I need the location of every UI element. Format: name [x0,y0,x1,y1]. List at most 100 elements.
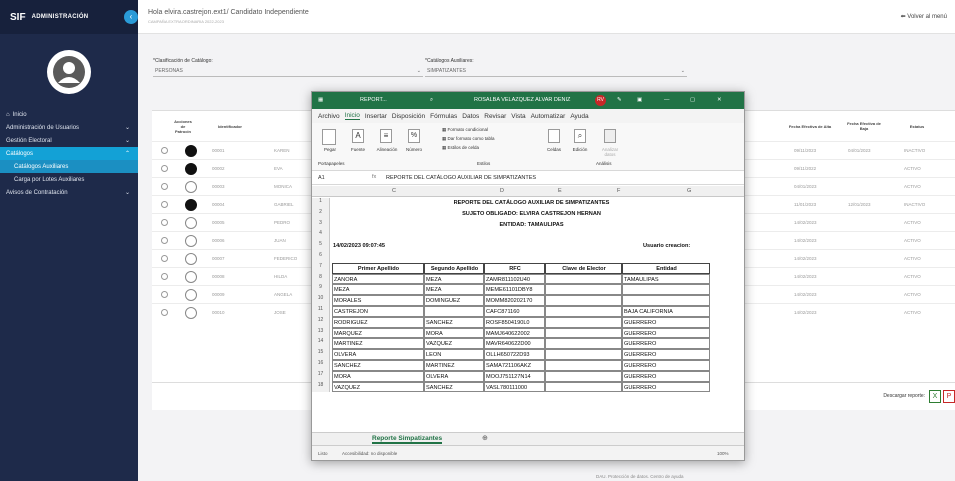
view-record-icon[interactable] [185,253,197,265]
font-button[interactable]: Fuente [346,147,370,152]
cells-button[interactable]: Celdas [542,147,566,152]
view-record-icon[interactable] [185,181,197,193]
col-fecha-alta[interactable]: Fecha Efectiva de Alta [788,111,832,141]
menu-item[interactable]: Ayuda [570,113,588,120]
sheet-cell[interactable] [622,295,710,306]
menu-item[interactable]: Disposición [392,113,425,120]
sheet-cell[interactable]: ENTIDAD: TAMAULIPAS [332,220,730,231]
excel-window[interactable]: ▦ REPORT... ⌕ ROSALBA VELAZQUEZ ALVAR DE… [311,91,745,461]
sheet-cell[interactable]: GUERRERO [622,381,710,393]
format-table-button[interactable]: ▦ Dar formato como tabla [442,136,495,142]
sheet-cell[interactable]: CASTREJON [332,306,424,317]
sidebar-item-inicio[interactable]: ⌂ Inicio [0,108,138,121]
row-select-radio[interactable] [161,165,168,172]
sheet-cell[interactable] [545,381,622,393]
paste-icon[interactable] [322,129,336,145]
sheet-cell[interactable]: MEZA [424,284,484,296]
sidebar-item-catalogos[interactable]: Catálogos ⌃ [0,147,138,160]
pen-icon[interactable]: ✎ [617,97,622,103]
sheet-cell[interactable]: VAZQUEZ [332,381,424,393]
sheet-cell[interactable]: SANCHEZ [332,360,424,371]
sheet-cell[interactable]: MOOJ751127N14 [484,370,545,382]
zoom-level[interactable]: 100% [717,451,729,456]
sheet-cell[interactable]: Usuario creacion: [642,241,732,252]
percent-icon[interactable]: % [408,129,420,143]
view-record-icon[interactable] [185,235,197,247]
view-record-icon[interactable] [185,199,197,211]
sheet-cell[interactable]: MARTINEZ [332,338,424,350]
sheet-cell[interactable] [545,327,622,339]
pdf-download-icon[interactable]: P [943,390,955,403]
sheet-cell[interactable]: VASL780111000 [484,381,545,393]
sheet-cell[interactable] [545,295,622,306]
search-icon[interactable]: ⌕ [574,129,586,143]
sheet-cell[interactable]: ZAMR811102U40 [484,273,545,285]
sidebar-item-catalogos-auxiliares[interactable]: Catálogos Auxiliares [0,160,138,173]
sheet-cell[interactable]: MAMJ640622002 [484,327,545,339]
add-sheet-icon[interactable]: ⊕ [482,434,488,442]
row-number[interactable]: 2 [312,208,330,220]
row-number[interactable]: 7 [312,262,330,274]
sheet-cell[interactable]: DOMINGUEZ [424,295,484,306]
sheet-cell[interactable]: GUERRERO [622,338,710,350]
sheet-cell[interactable]: Clave de Elector [545,262,622,274]
sheet-cell[interactable]: OLVERA [424,370,484,382]
excel-download-icon[interactable]: X [929,390,941,403]
row-select-radio[interactable] [161,309,168,316]
column-letter[interactable]: C [392,188,396,194]
column-letter[interactable]: D [500,188,504,194]
sidebar-item-carga-lotes[interactable]: Carga por Lotes Auxiliares [0,173,138,186]
row-select-radio[interactable] [161,255,168,262]
row-number[interactable]: 3 [312,219,330,231]
sheet-cell[interactable]: GUERRERO [622,316,710,328]
sheet-cell[interactable]: MORA [424,327,484,339]
sidebar-item-gestion-electoral[interactable]: Gestión Electoral ⌄ [0,134,138,147]
col-fecha-baja[interactable]: Fecha Efectiva de Baja [844,111,884,141]
column-letter[interactable]: G [687,188,691,194]
alignment-button[interactable]: Alineación [372,147,402,152]
row-number[interactable]: 8 [312,273,330,285]
classification-select[interactable]: PERSONAS ⌄ [153,66,423,77]
sheet-cell[interactable]: Primer Apellido [332,262,424,274]
view-record-icon[interactable] [185,289,197,301]
row-select-radio[interactable] [161,237,168,244]
close-icon[interactable]: ✕ [717,97,722,103]
view-record-icon[interactable] [185,145,197,157]
menu-item[interactable]: Inicio [344,112,360,120]
sheet-cell[interactable]: RODRIGUEZ [332,316,424,328]
minimize-icon[interactable]: — [664,97,670,103]
sheet-cell[interactable]: Segundo Apellido [424,262,484,274]
sidebar-item-admin-usuarios[interactable]: Administración de Usuarios ⌄ [0,121,138,134]
column-letter[interactable]: F [617,188,620,194]
sheet-tab-reporte[interactable]: Reporte Simpatizantes [372,435,443,444]
formula-input[interactable]: REPORTE DEL CATÁLOGO AUXILIAR DE SIMPATI… [386,175,536,181]
sheet-cell[interactable]: 14/02/2023 09:07:45 [332,241,472,252]
view-record-icon[interactable] [185,217,197,229]
row-number[interactable]: 12 [312,316,330,328]
col-identificador[interactable]: Identificador [210,111,250,141]
sheet-cell[interactable]: OLLH650722D93 [484,349,545,360]
sheet-cell[interactable]: MOMM820202170 [484,295,545,306]
row-number[interactable]: 18 [312,381,330,393]
row-select-radio[interactable] [161,147,168,154]
sheet-cell[interactable] [545,316,622,328]
sheet-cell[interactable] [545,273,622,285]
name-box[interactable]: A1 [318,175,325,181]
sheet-cell[interactable]: SANCHEZ [424,381,484,393]
sheet-cell[interactable]: SAMA721106AKZ [484,360,545,371]
align-icon[interactable]: ≡ [380,129,392,143]
sheet-cell[interactable]: GUERRERO [622,370,710,382]
row-number[interactable]: 9 [312,284,330,296]
paste-button[interactable]: Pegar [318,147,342,152]
sidebar-item-avisos-contratacion[interactable]: Avisos de Contratación ⌄ [0,186,138,199]
sheet-cell[interactable]: MEME61101DBY8 [484,284,545,296]
sheet-cell[interactable]: MARTINEZ [424,360,484,371]
sheet-cell[interactable]: SUJETO OBLIGADO: ELVIRA CASTREJON HERNAN [332,209,730,220]
ribbon-display-icon[interactable]: ▣ [637,97,642,103]
sheet-cell[interactable]: TAMAULIPAS [622,273,710,285]
sheet-cell[interactable]: CAFC871160 [484,306,545,317]
sheet-cell[interactable] [545,306,622,317]
menu-item[interactable]: Automatizar [531,113,566,120]
menu-item[interactable]: Vista [511,113,525,120]
sheet-cell[interactable] [545,338,622,350]
